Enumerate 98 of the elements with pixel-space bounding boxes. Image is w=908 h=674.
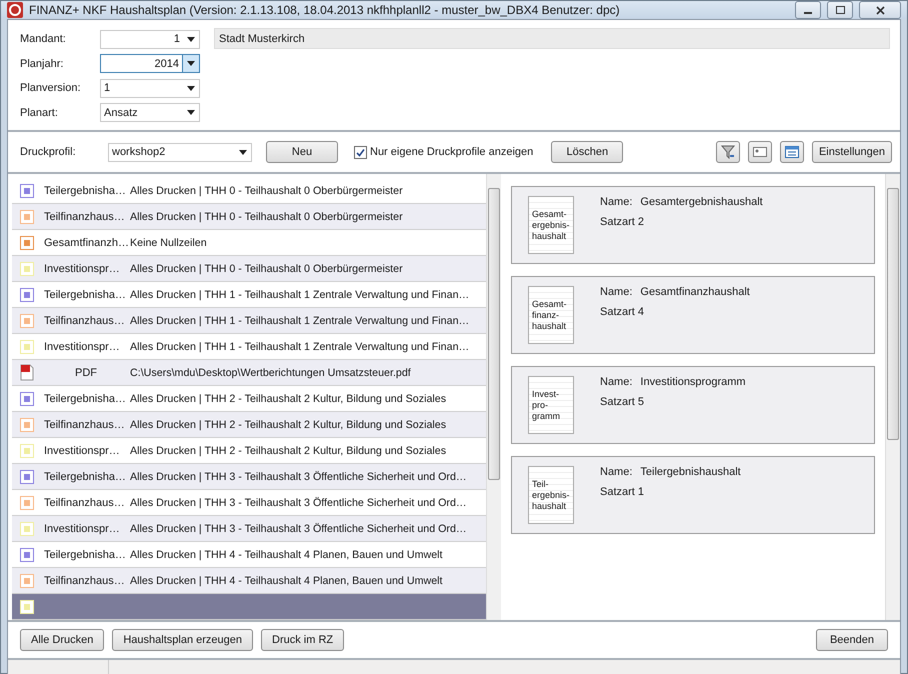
document-icon: Invest- pro- gramm (528, 376, 574, 434)
list-row[interactable]: Teilfinanzhaus… Alles Drucken | THH 2 - Teilhaushalt 2 Kultur, Bildung und Soziales (12, 412, 486, 438)
report-name: Investitionspr… (44, 340, 121, 354)
report-name: Investitionspr… (44, 262, 121, 276)
record-type: Satzart 4 (600, 306, 646, 318)
report-description: C:\Users\mdu\Desktop\Wertberichtungen Umsatzsteuer.pdf (130, 366, 411, 380)
report-name: Teilfinanzhaus… (44, 210, 126, 224)
report-description: Alles Drucken | THH 3 - Teilhaushalt 3 Öffentliche Sicherheit und Ord… (130, 522, 467, 536)
filter-icon[interactable] (716, 141, 740, 163)
action-button[interactable]: Alle Drucken (20, 629, 104, 651)
form-icon[interactable] (780, 141, 804, 163)
name-label: Name: (600, 286, 632, 298)
action-button[interactable]: Druck im RZ (261, 629, 344, 651)
report-description: Keine Nullzeilen (130, 236, 207, 250)
report-name: Investitionspr… (44, 522, 121, 536)
report-description: Alles Drucken | THH 2 - Teilhaushalt 2 Kultur, Bildung und Soziales (130, 444, 446, 458)
dropdown-arrow-icon (187, 110, 195, 116)
report-type-name: Gesamtfinanzhaushalt (640, 286, 750, 298)
list-row[interactable]: Teilfinanzhaus… Alles Drucken | THH 1 - Teilhaushalt 1 Zentrale Verwaltung und Finan… (12, 308, 486, 334)
list-row[interactable]: Investitionspr… Alles Drucken | THH 0 - Teilhaushalt 0 Oberbürgermeister (12, 256, 486, 282)
report-name: Teilergebnisha… (44, 470, 127, 484)
report-description: Alles Drucken | THH 4 - Teilhaushalt 4 Planen, Bauen und Umwelt (130, 548, 442, 562)
record-type: Satzart 1 (600, 486, 646, 498)
window-title: FINANZ+ NKF Haushaltsplan (Version: 2.1.13.108, 18.04.2013 nkfhhplanll2 - muster_bw_DBX4 Benutzer: dpc) (29, 3, 621, 17)
field-label: Planversion: (20, 82, 82, 94)
scrollbar[interactable] (885, 174, 900, 620)
dropdown-field[interactable]: Ansatz (100, 103, 200, 122)
report-description: Alles Drucken | THH 1 - Teilhaushalt 1 Zentrale Verwaltung und Finan… (130, 340, 470, 354)
field-label: Mandant: (20, 33, 67, 46)
maximize-icon (836, 6, 844, 14)
dropdown-field[interactable]: 1 (100, 30, 200, 49)
report-type-name: Investitionsprogramm (640, 376, 746, 388)
report-type-card[interactable]: Gesamt- ergebnis- haushalt Name: Gesamtergebnishaushalt Satzart 2 (511, 186, 875, 264)
dropdown-arrow-icon (239, 150, 247, 154)
maximize-button[interactable] (827, 1, 853, 19)
list-row[interactable]: PDF C:\Users\mdu\Desktop\Wertberichtungen Umsatzsteuer.pdf (12, 360, 486, 386)
pdf-file-icon (20, 364, 34, 381)
delete-button[interactable]: Löschen (551, 141, 624, 163)
settings-button[interactable]: Einstellungen (812, 141, 892, 163)
name-label: Name: (600, 466, 632, 478)
field-label: Planart: (20, 106, 59, 119)
report-type-card[interactable]: Gesamt- finanz- haushalt Name: Gesamtfinanzhaushalt Satzart 4 (511, 276, 875, 354)
new-button[interactable]: Neu (266, 141, 338, 163)
report-description: Alles Drucken | THH 1 - Teilhaushalt 1 Zentrale Verwaltung und Finan… (130, 314, 470, 328)
dropdown-arrow-icon (187, 36, 195, 42)
report-description: Alles Drucken | THH 2 - Teilhaushalt 2 Kultur, Bildung und Soziales (130, 418, 446, 432)
record-type: Satzart 2 (600, 216, 646, 228)
report-description: Alles Drucken | THH 3 - Teilhaushalt 3 Öffentliche Sicherheit und Ord… (130, 496, 467, 510)
name-label: Name: (600, 376, 632, 388)
name-label: Name: (600, 196, 632, 208)
checkbox[interactable] (354, 146, 367, 158)
minimize-button[interactable] (795, 1, 821, 19)
report-name: Teilfinanzhaus… (44, 574, 126, 588)
report-name: Investitionspr… (44, 444, 121, 458)
report-type-card[interactable]: Invest- pro- gramm Name: Investitionsprogramm Satzart 5 (511, 366, 875, 444)
report-name: Teilfinanzhaus… (44, 314, 126, 328)
report-description: Alles Drucken | THH 2 - Teilhaushalt 2 Kultur, Bildung und Soziales (130, 392, 446, 406)
dropdown-field[interactable]: 2014 (100, 54, 200, 74)
close-button[interactable] (859, 1, 901, 19)
preview-icon[interactable] (748, 141, 772, 163)
report-type-card[interactable]: Teil- ergebnis- haushalt Name: Teilergebnishaushalt Satzart 1 (511, 456, 875, 534)
dropdown-field[interactable]: 1 (100, 78, 200, 98)
close-button[interactable]: Beenden (816, 629, 888, 651)
scrollbar[interactable] (486, 174, 501, 620)
list-row[interactable]: Teilfinanzhaus… Alles Drucken | THH 4 - Teilhaushalt 4 Planen, Bauen und Umwelt (12, 568, 486, 594)
dropdown-arrow-icon (187, 61, 195, 66)
report-description: Alles Drucken | THH 0 - Teilhaushalt 0 Oberbürgermeister (130, 210, 403, 224)
report-name: Teilergebnisha… (44, 392, 127, 406)
list-row[interactable] (12, 594, 486, 620)
checkbox-label: Nur eigene Druckprofile anzeigen (370, 146, 534, 158)
close-icon (876, 6, 884, 14)
report-name: Teilfinanzhaus… (44, 496, 126, 510)
report-description: Alles Drucken | THH 0 - Teilhaushalt 0 Oberbürgermeister (130, 184, 403, 198)
document-icon: Teil- ergebnis- haushalt (528, 466, 574, 524)
report-description: Alles Drucken | THH 4 - Teilhaushalt 4 Planen, Bauen und Umwelt (130, 574, 442, 588)
report-name: Teilfinanzhaus… (44, 418, 126, 432)
report-name: Teilergebnisha… (44, 184, 127, 198)
document-icon: Gesamt- finanz- haushalt (528, 286, 574, 344)
report-description: Alles Drucken | THH 1 - Teilhaushalt 1 Zentrale Verwaltung und Finan… (130, 288, 470, 302)
field-label: Planjahr: (20, 58, 64, 70)
report-name: Teilergebnisha… (44, 548, 127, 562)
report-name: PDF (74, 366, 98, 380)
mandant-name-field: Stadt Musterkirch (214, 28, 890, 49)
report-name: Gesamtfinanzh… (44, 236, 128, 250)
record-type: Satzart 5 (600, 396, 646, 408)
list-row[interactable]: Teilfinanzhaus… Alles Drucken | THH 0 - Teilhaushalt 0 Oberbürgermeister (12, 204, 486, 230)
report-name: Teilergebnisha… (44, 288, 127, 302)
report-description: Alles Drucken | THH 3 - Teilhaushalt 3 Öffentliche Sicherheit und Ord… (130, 470, 467, 484)
action-button[interactable]: Haushaltsplan erzeugen (112, 629, 253, 651)
list-row[interactable]: Teilergebnisha… Alles Drucken | THH 3 - Teilhaushalt 3 Öffentliche Sicherheit und Ord… (12, 464, 486, 490)
report-description: Alles Drucken | THH 0 - Teilhaushalt 0 Oberbürgermeister (130, 262, 403, 276)
field-label: Druckprofil: (20, 146, 77, 158)
dropdown-arrow-icon (187, 86, 195, 91)
report-type-name: Teilergebnishaushalt (640, 466, 741, 478)
dropdown-field[interactable]: workshop2 (108, 142, 252, 162)
list-row[interactable]: Investitionspr… Alles Drucken | THH 3 - Teilhaushalt 3 Öffentliche Sicherheit und Ord… (12, 516, 486, 542)
document-icon: Gesamt- ergebnis- haushalt (528, 196, 574, 254)
report-type-name: Gesamtergebnishaushalt (640, 196, 763, 208)
